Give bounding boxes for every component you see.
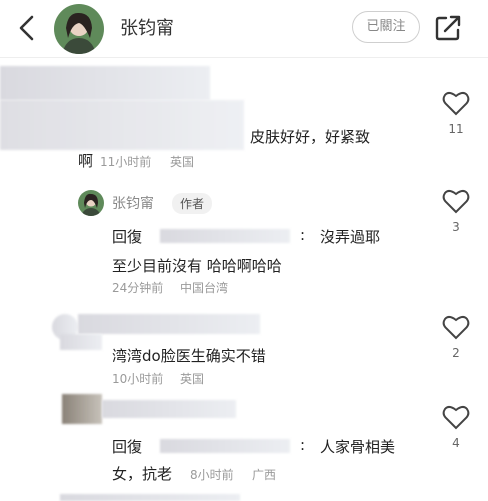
like-count: 4 [452, 436, 460, 450]
avatar[interactable] [54, 4, 104, 54]
avatar[interactable] [78, 190, 104, 216]
like-count: 11 [448, 122, 464, 136]
comment-text-cont: 啊 [78, 152, 94, 170]
like-count: 3 [452, 220, 460, 234]
comment-text-cont: 女，抗老 [112, 465, 173, 483]
comment-text: 沒弄過耶 [320, 228, 381, 246]
follow-button[interactable]: 已關注 [352, 11, 420, 43]
comment-location: 广西 [252, 468, 277, 482]
blurred-username [102, 400, 236, 418]
blurred-next-comment [60, 494, 240, 501]
heart-icon[interactable] [442, 188, 470, 214]
heart-icon[interactable] [442, 90, 470, 116]
comment-time: 8小时前 [190, 468, 234, 482]
heart-icon[interactable] [442, 314, 470, 340]
header: 张钧甯 已關注 [0, 0, 488, 58]
reply-prefix: 回復 [112, 438, 143, 456]
like-count: 2 [452, 346, 460, 360]
comment-location: 英国 [170, 155, 195, 169]
heart-icon[interactable] [442, 404, 470, 430]
comment-text: 人家骨相美 [320, 438, 396, 456]
blurred-avatar [62, 394, 102, 424]
blurred-username-2 [60, 334, 102, 350]
comment-location: 英国 [180, 372, 205, 386]
comment-text-cont: 至少目前沒有 哈哈啊哈哈 [112, 257, 282, 275]
comment-username[interactable]: 张钧甯 [112, 193, 154, 213]
blurred-username [78, 314, 260, 334]
author-name[interactable]: 张钧甯 [120, 14, 174, 40]
back-arrow-icon[interactable] [12, 12, 44, 44]
comment-location: 中国台湾 [180, 281, 229, 295]
share-icon[interactable] [432, 12, 464, 44]
reply-colon: : [300, 226, 306, 244]
blurred-reply-target [160, 439, 290, 453]
comment-time: 11小时前 [100, 155, 152, 169]
reply-prefix: 回復 [112, 228, 143, 246]
blurred-avatar [0, 100, 244, 150]
comment-text: 皮肤好好，好紧致 [250, 128, 371, 146]
comment-time: 24分钟前 [112, 281, 164, 295]
comment-text: 湾湾do脸医生确实不错 [112, 347, 266, 365]
author-badge: 作者 [172, 193, 213, 214]
blurred-reply-target [160, 229, 290, 243]
comment-time: 10小时前 [112, 372, 164, 386]
reply-colon: : [300, 436, 306, 454]
blurred-username [0, 66, 210, 100]
